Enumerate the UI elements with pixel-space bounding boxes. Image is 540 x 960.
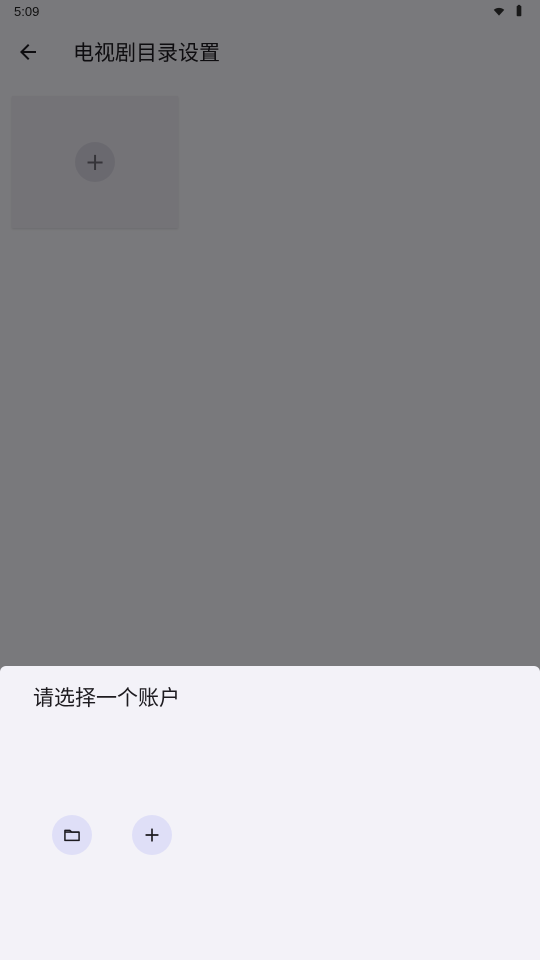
- folder-icon: [64, 829, 80, 842]
- add-account-button[interactable]: [132, 815, 172, 855]
- plus-icon: [145, 828, 159, 842]
- sheet-title: 请选择一个账户: [33, 686, 180, 710]
- account-picker-sheet: 请选择一个账户: [0, 666, 540, 960]
- folder-account-button[interactable]: [52, 815, 92, 855]
